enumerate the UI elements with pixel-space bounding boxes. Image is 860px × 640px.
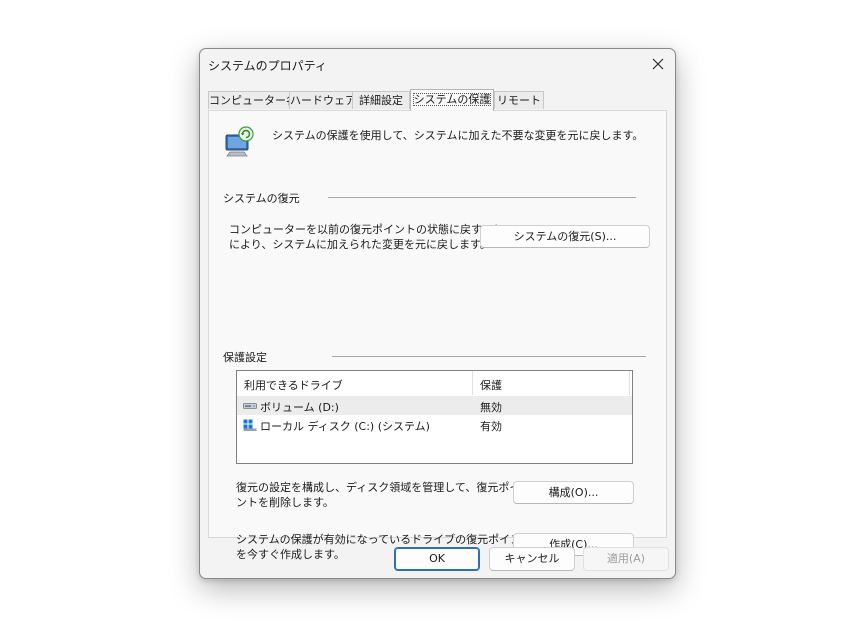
restore-heading: システムの復元 xyxy=(223,192,300,205)
close-button[interactable] xyxy=(641,49,675,79)
ok-button[interactable]: OK xyxy=(394,547,480,571)
column-separator xyxy=(629,371,630,395)
title-bar: システムのプロパティ xyxy=(200,49,675,79)
protection-divider xyxy=(332,356,646,357)
window-title: システムのプロパティ xyxy=(208,59,327,73)
close-icon xyxy=(652,58,664,70)
cancel-button[interactable]: キャンセル xyxy=(489,547,575,571)
drive-row-c[interactable]: ローカル ディスク (C:) (システム) 有効 xyxy=(237,415,632,434)
drive-name: ローカル ディスク (C:) (システム) xyxy=(260,420,430,433)
drives-list[interactable]: 利用できるドライブ 保護 ボリューム (D:) 無効 ローカル ディスク (C:… xyxy=(236,370,633,464)
system-drive-icon xyxy=(243,419,257,431)
system-properties-dialog: システムのプロパティ コンピューター名 ハードウェア 詳細設定 システムの保護 … xyxy=(199,48,676,579)
drive-icon xyxy=(243,403,257,409)
apply-button[interactable]: 適用(A) xyxy=(583,547,669,571)
column-separator xyxy=(472,371,473,395)
system-protection-panel: システムの保護を使用して、システムに加えた不要な変更を元に戻します。 システムの… xyxy=(208,110,667,561)
configure-description: 復元の設定を構成し、ディスク領域を管理して、復元ポイ ントを削除します。 xyxy=(236,481,521,509)
tab-advanced[interactable]: 詳細設定 xyxy=(352,91,410,109)
protection-heading: 保護設定 xyxy=(223,351,267,364)
column-header-protection[interactable]: 保護 xyxy=(480,377,502,393)
tab-system-protection[interactable]: システムの保護 xyxy=(410,89,494,111)
tab-remote[interactable]: リモート xyxy=(494,91,544,109)
drive-name: ボリューム (D:) xyxy=(260,401,339,414)
system-protection-icon xyxy=(225,126,254,157)
drive-protection-status: 無効 xyxy=(480,401,502,414)
restore-divider xyxy=(328,197,636,198)
restore-description: コンピューターを以前の復元ポイントの状態に戻すこと により、システムに加えられた… xyxy=(229,223,504,251)
column-header-drive[interactable]: 利用できるドライブ xyxy=(244,377,343,393)
create-description: システムの保護が有効になっているドライブの復元ポイント を今すぐ作成します。 xyxy=(236,533,533,561)
tab-hardware[interactable]: ハードウェア xyxy=(289,91,356,109)
intro-text: システムの保護を使用して、システムに加えた不要な変更を元に戻します。 xyxy=(272,129,644,142)
system-restore-button[interactable]: システムの復元(S)... xyxy=(480,225,650,248)
drives-list-header: 利用できるドライブ 保護 xyxy=(237,371,632,395)
drive-protection-status: 有効 xyxy=(480,420,502,433)
drive-row-d[interactable]: ボリューム (D:) 無効 xyxy=(237,396,632,415)
tab-computer-name[interactable]: コンピューター名 xyxy=(208,91,297,109)
configure-button[interactable]: 構成(O)... xyxy=(513,481,634,504)
